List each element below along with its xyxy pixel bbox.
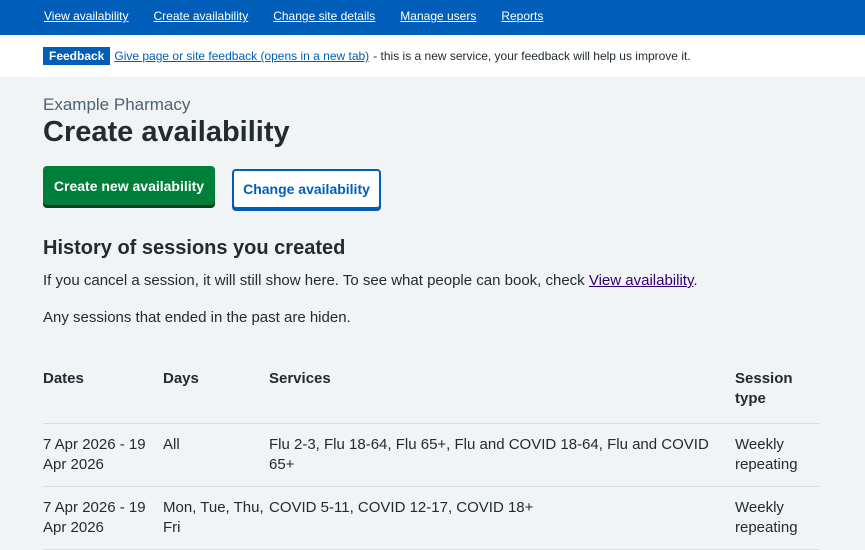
cell-dates: 7 Apr 2026 - 19 Apr 2026 — [43, 486, 163, 550]
main-content: Example Pharmacy Create availability Cre… — [0, 95, 819, 550]
cancel-text-end: . — [693, 272, 698, 289]
nav-view-availability[interactable]: View availability — [44, 9, 129, 23]
cell-services: Flu 2-3, Flu 18-64, Flu 65+, Flu and COV… — [269, 423, 735, 487]
feedback-tag: Feedback — [43, 47, 111, 65]
header-dates: Dates — [43, 369, 163, 424]
cell-services: COVID 5-11, COVID 12-17, COVID 18+ — [269, 486, 735, 550]
history-heading: History of sessions you created — [43, 237, 346, 259]
cell-dates: 7 Apr 2026 - 19 Apr 2026 — [43, 423, 163, 487]
nav-reports[interactable]: Reports — [501, 9, 543, 23]
past-sessions-text: Any sessions that ended in the past are … — [43, 309, 351, 326]
header-days: Days — [163, 369, 269, 424]
table-header-row: Dates Days Services Session type — [43, 369, 819, 424]
header-services: Services — [269, 369, 735, 424]
site-name: Example Pharmacy — [43, 95, 191, 114]
feedback-banner: Feedback Give page or site feedback (ope… — [0, 35, 865, 77]
cell-session-type: Weekly repeating — [735, 423, 819, 487]
header-session-type: Session type — [735, 369, 819, 424]
top-navigation: View availability Create availability Ch… — [0, 0, 865, 35]
view-availability-link[interactable]: View availability — [589, 272, 694, 289]
sessions-table: Dates Days Services Session type 7 Apr 2… — [43, 369, 819, 550]
nav-change-site-details[interactable]: Change site details — [273, 9, 375, 23]
action-buttons: Create new availability Change availabil… — [43, 166, 819, 212]
create-new-availability-button[interactable]: Create new availability — [43, 166, 215, 205]
cancel-info-text: If you cancel a session, it will still s… — [43, 271, 819, 291]
cancel-text: If you cancel a session, it will still s… — [43, 272, 585, 289]
table-row: 7 Apr 2026 - 19 Apr 2026 All Flu 2-3, Fl… — [43, 423, 819, 487]
nav-manage-users[interactable]: Manage users — [400, 9, 476, 23]
nav-create-availability[interactable]: Create availability — [154, 9, 249, 23]
cell-days: Mon, Tue, Thu, Fri — [163, 486, 269, 550]
feedback-text: - this is a new service, your feedback w… — [373, 49, 691, 63]
cell-session-type: Weekly repeating — [735, 486, 819, 550]
cell-days: All — [163, 423, 269, 487]
table-row: 7 Apr 2026 - 19 Apr 2026 Mon, Tue, Thu, … — [43, 486, 819, 550]
page-title: Create availability — [43, 116, 290, 148]
change-availability-button[interactable]: Change availability — [232, 169, 381, 209]
feedback-link[interactable]: Give page or site feedback (opens in a n… — [114, 49, 369, 63]
